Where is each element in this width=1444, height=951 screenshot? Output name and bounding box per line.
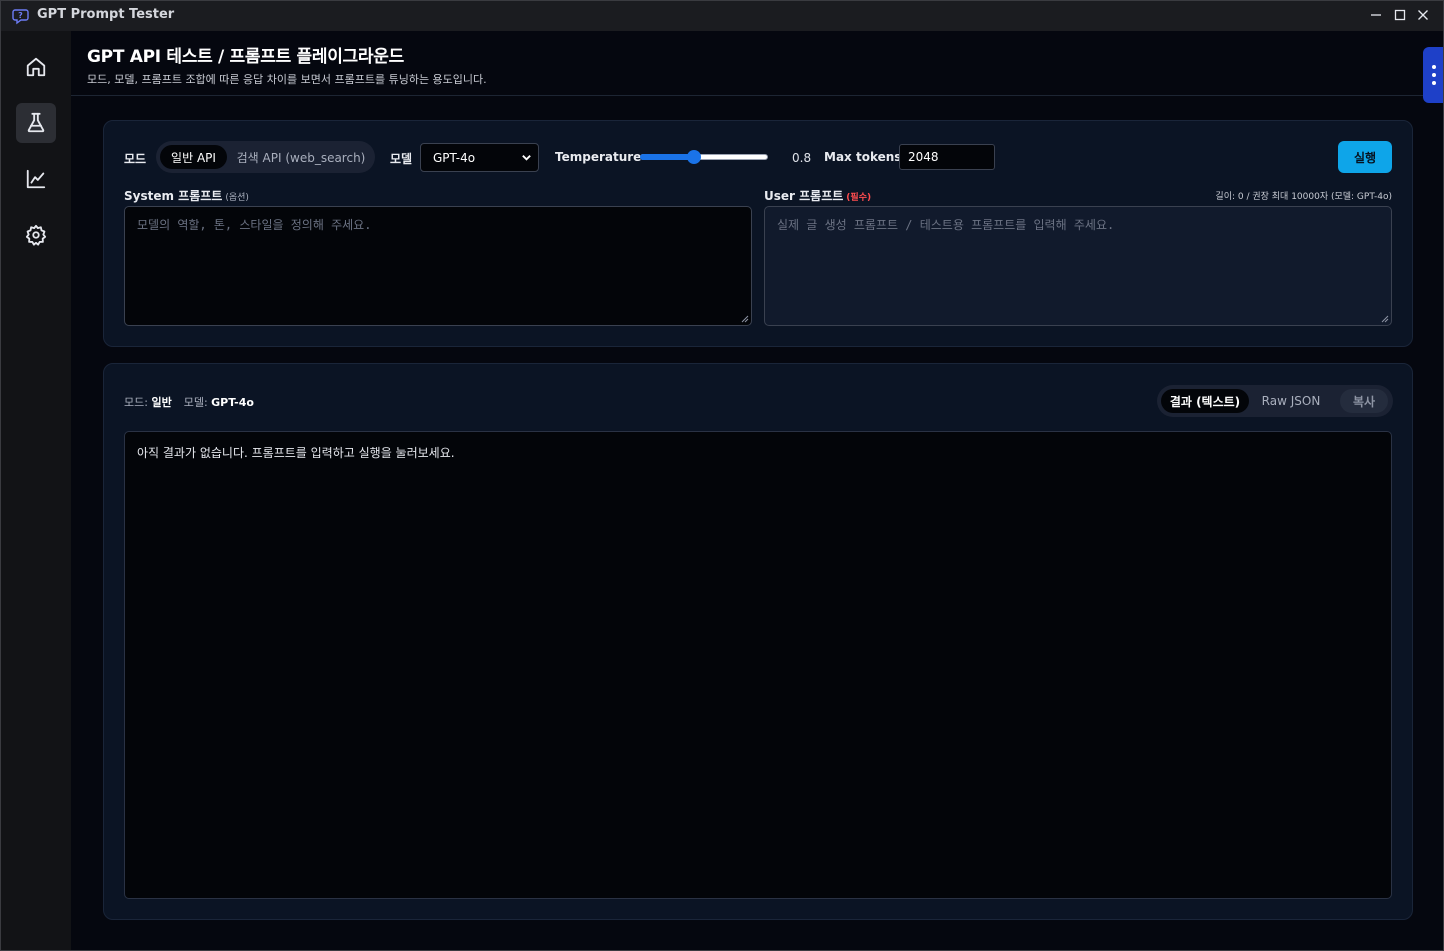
temperature-slider-fill xyxy=(640,154,694,160)
user-prompt-label: User 프롬프트 (필수) xyxy=(764,189,872,203)
resize-grip-icon[interactable] xyxy=(1381,315,1389,323)
resize-grip-icon[interactable] xyxy=(741,315,749,323)
result-panel: 모드: 일반 모델: GPT-4o 결과 (텍스트) Raw JSON 복사 아… xyxy=(103,363,1413,920)
side-panel-handle[interactable] xyxy=(1423,47,1443,103)
sidebar-item-home[interactable] xyxy=(16,47,56,87)
sidebar-item-playground[interactable] xyxy=(16,103,56,143)
sidebar-item-settings[interactable] xyxy=(16,215,56,255)
required-tag: (필수) xyxy=(846,193,872,203)
tab-result-text[interactable]: 결과 (텍스트) xyxy=(1161,389,1249,413)
mode-toggle: 일반 API 검색 API (web_search) xyxy=(156,141,375,173)
model-label: 모델 xyxy=(390,152,413,166)
system-prompt-placeholder: 모델의 역할, 톤, 스타일을 정의해 주세요. xyxy=(137,218,372,232)
system-prompt-label: System 프롬프트 (옵션) xyxy=(124,189,249,203)
temperature-value: 0.8 xyxy=(792,151,812,165)
more-dots-icon xyxy=(1432,65,1436,69)
home-icon xyxy=(26,57,46,77)
result-view-toggle: 결과 (텍스트) Raw JSON 복사 xyxy=(1157,385,1393,417)
page-title: GPT API 테스트 / 프롬프트 플레이그라운드 xyxy=(87,47,404,67)
page-header: GPT API 테스트 / 프롬프트 플레이그라운드 모드, 모델, 프롬프트 … xyxy=(71,31,1443,96)
page-subtitle: 모드, 모델, 프롬프트 조합에 따른 응답 차이를 보면서 프롬프트를 튜닝하… xyxy=(87,73,487,86)
max-tokens-label: Max tokens xyxy=(824,150,902,164)
maximize-button[interactable] xyxy=(1392,7,1408,23)
app-window: ? GPT Prompt Tester GPT API 테스트 / 프롬프트 플… xyxy=(0,0,1444,951)
svg-text:?: ? xyxy=(18,11,23,20)
copy-button[interactable]: 복사 xyxy=(1340,389,1388,413)
app-logo-icon: ? xyxy=(12,8,29,25)
flask-icon xyxy=(27,112,45,133)
temperature-slider-thumb[interactable] xyxy=(687,150,701,164)
user-prompt-textarea[interactable]: 실제 글 생성 프롬프트 / 테스트용 프롬프트를 입력해 주세요. xyxy=(764,206,1392,326)
minimize-button[interactable] xyxy=(1368,7,1384,23)
window-title: GPT Prompt Tester xyxy=(37,7,175,22)
model-select-value: GPT-4o xyxy=(433,150,476,165)
model-select[interactable]: GPT-4o xyxy=(420,143,539,172)
chart-icon xyxy=(26,169,46,189)
sidebar-item-stats[interactable] xyxy=(16,159,56,199)
mode-label: 모드 xyxy=(124,152,147,166)
chevron-down-icon xyxy=(522,155,531,161)
tab-raw-json[interactable]: Raw JSON xyxy=(1253,389,1329,413)
result-empty-message: 아직 결과가 없습니다. 프롬프트를 입력하고 실행을 눌러보세요. xyxy=(137,446,455,460)
close-button[interactable] xyxy=(1415,7,1431,23)
length-counter: 길이: 0 / 권장 최대 10000자 (모델: GPT-4o) xyxy=(1215,192,1392,202)
mode-option-search[interactable]: 검색 API (web_search) xyxy=(232,145,370,169)
gear-icon xyxy=(25,224,47,246)
title-bar: ? GPT Prompt Tester xyxy=(1,1,1443,31)
result-output[interactable]: 아직 결과가 없습니다. 프롬프트를 입력하고 실행을 눌러보세요. xyxy=(124,431,1392,899)
system-prompt-textarea[interactable]: 모델의 역할, 톤, 스타일을 정의해 주세요. xyxy=(124,206,752,326)
result-meta: 모드: 일반 모델: GPT-4o xyxy=(124,394,254,410)
result-model: 모델: GPT-4o xyxy=(183,396,254,409)
user-prompt-placeholder: 실제 글 생성 프롬프트 / 테스트용 프롬프트를 입력해 주세요. xyxy=(777,218,1115,232)
optional-tag: (옵션) xyxy=(225,193,249,203)
result-mode: 모드: 일반 xyxy=(124,396,172,409)
prompt-panel: 모드 일반 API 검색 API (web_search) 모델 GPT-4o … xyxy=(103,120,1413,347)
sidebar xyxy=(1,31,71,950)
mode-option-normal[interactable]: 일반 API xyxy=(160,145,227,169)
run-button[interactable]: 실행 xyxy=(1338,141,1392,173)
temperature-label: Temperature xyxy=(555,150,642,164)
max-tokens-input[interactable]: 2048 xyxy=(899,144,995,170)
